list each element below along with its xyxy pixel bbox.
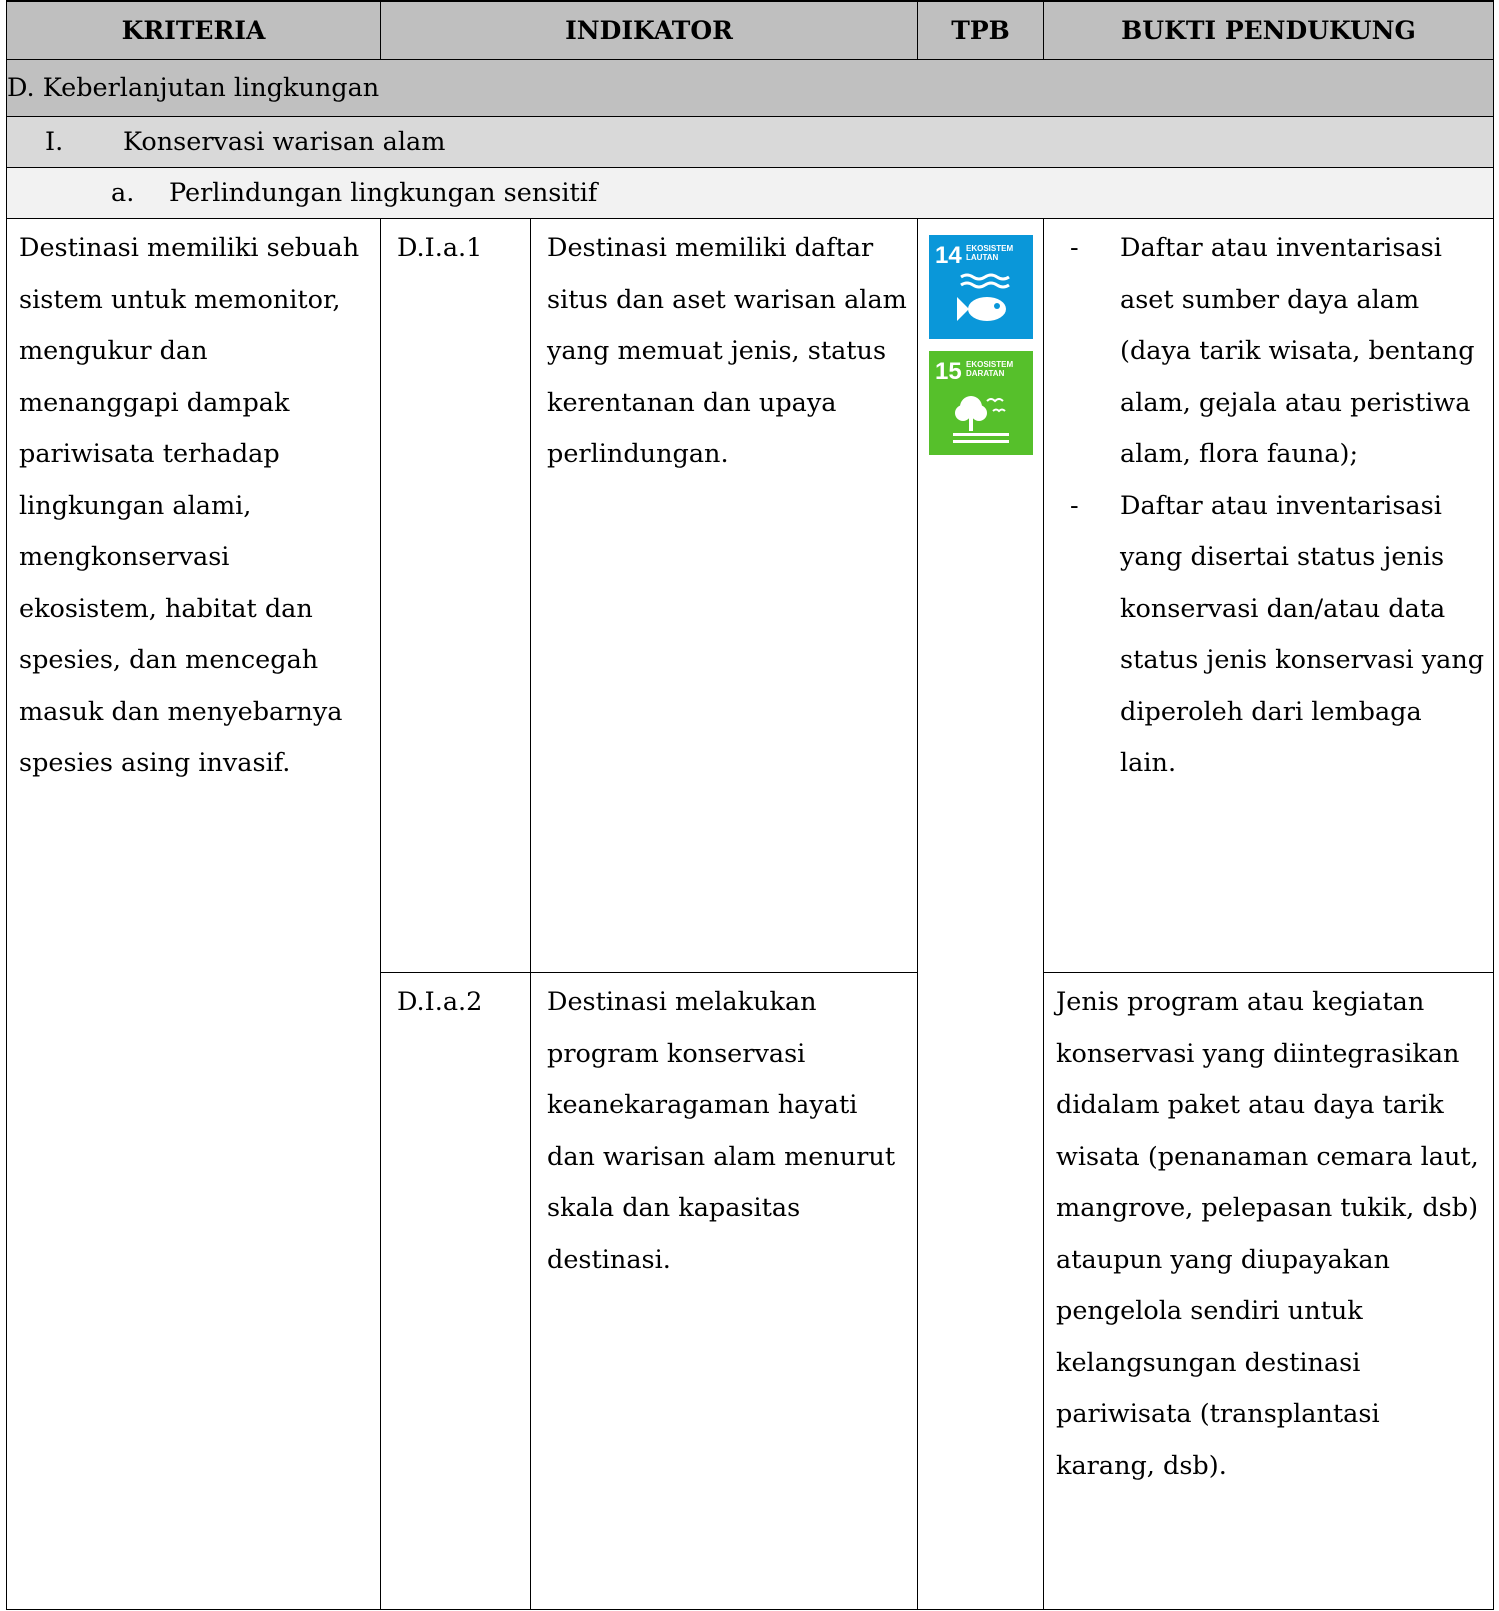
subsection-number: I.: [45, 127, 64, 157]
header-tpb: TPB: [917, 0, 1045, 60]
indicator-text: Destinasi memiliki daftar situs dan aset…: [529, 218, 919, 973]
tpb-cell: 14 EKOSISTEM LAUTAN 15 EKOSISTEM DARATAN: [917, 218, 1045, 1610]
evidence-item: - Daftar atau inventarisasi aset sumber d…: [1044, 223, 1485, 481]
subsubsection-title: Perlindungan lingkungan sensitif: [169, 178, 598, 208]
header-indikator: INDIKATOR: [379, 0, 919, 60]
indicator-text: Destinasi melakukan program konservasi k…: [529, 972, 919, 1610]
header-row: KRITERIA INDIKATOR TPB BUKTI PENDUKUNG: [6, 0, 1495, 60]
subsubsection-letter: a.: [111, 178, 135, 208]
bullet-dash: -: [1070, 490, 1079, 521]
section-title: D. Keberlanjutan lingkungan: [5, 59, 1495, 117]
subsection-title: Konservasi warisan alam: [123, 127, 446, 157]
evidence-list: - Daftar atau inventarisasi aset sumber d…: [1044, 219, 1493, 790]
indicator-row-1: Destinasi memiliki sebuah sistem untuk m…: [6, 218, 1495, 1610]
subsection-row: I. Konservasi warisan alam: [5, 116, 1495, 168]
header-bukti-pendukung: BUKTI PENDUKUNG: [1043, 0, 1495, 60]
indicator-code: D.I.a.2: [380, 972, 531, 1610]
evidence-cell-2: Jenis program atau kegiatan konservasi y…: [1043, 972, 1495, 1610]
kriteria-cell: Destinasi memiliki sebuah sistem untuk m…: [6, 218, 381, 1610]
bullet-dash: -: [1070, 233, 1079, 263]
section-row: D. Keberlanjutan lingkungan: [5, 59, 1495, 117]
indicator-code: D.I.a.1: [380, 218, 531, 973]
svg-text:EKOSISTEM: EKOSISTEM: [966, 360, 1013, 369]
svg-text:14: 14: [935, 242, 962, 269]
evidence-item: - Daftar atau inventarisasi yang disertai…: [1044, 481, 1485, 790]
subsubsection-row: a. Perlindungan lingkungan sensitif: [5, 167, 1495, 219]
criteria-table: KRITERIA INDIKATOR TPB BUKTI PENDUKUNG D…: [5, 0, 1495, 1610]
svg-text:EKOSISTEM: EKOSISTEM: [966, 244, 1013, 253]
svg-text:DARATAN: DARATAN: [966, 369, 1005, 378]
sdg-15-life-on-land-icon: 15 EKOSISTEM DARATAN: [928, 351, 1033, 455]
document-page: KRITERIA INDIKATOR TPB BUKTI PENDUKUNG D…: [5, 0, 1495, 1611]
evidence-cell-1: - Daftar atau inventarisasi aset sumber d…: [1043, 218, 1495, 973]
sdg-14-life-below-water-icon: 14 EKOSISTEM LAUTAN: [928, 235, 1033, 339]
svg-text:LAUTAN: LAUTAN: [966, 253, 999, 262]
svg-text:15: 15: [935, 358, 962, 385]
header-kriteria: KRITERIA: [6, 0, 381, 60]
